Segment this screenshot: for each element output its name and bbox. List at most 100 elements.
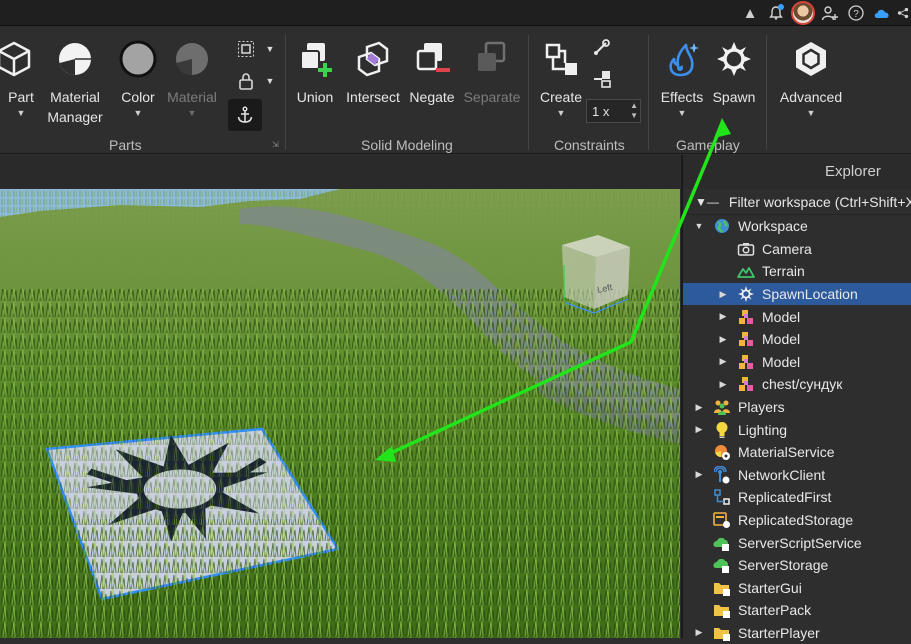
separate-label: Separate (463, 89, 521, 105)
attachment-icon[interactable] (590, 35, 614, 59)
svg-text:?: ? (853, 9, 859, 20)
intersect-label: Intersect (346, 89, 400, 105)
intersect-button[interactable]: Intersect (342, 37, 404, 107)
explorer-item[interactable]: ▶ Model (683, 351, 911, 374)
solid-modeling-group-label: Solid Modeling (361, 137, 453, 153)
material-manager-label: Material Manager (47, 89, 103, 125)
avatar[interactable] (791, 1, 815, 25)
lock-icon[interactable] (234, 69, 258, 93)
explorer-item[interactable]: Camera (683, 238, 911, 261)
explorer-item-label: Camera (762, 240, 812, 257)
expand-arrow-icon[interactable]: ▶ (717, 379, 729, 390)
stepper-arrows-icon[interactable]: ▲ ▼ (630, 101, 638, 121)
expand-arrow-icon[interactable]: ▶ (717, 356, 729, 367)
server-storage-icon (713, 556, 731, 574)
explorer-item[interactable]: ▶ NetworkClient (683, 464, 911, 487)
filter-placeholder-text: Filter workspace (Ctrl+Shift+X) (728, 193, 911, 210)
explorer-title: Explorer (683, 155, 911, 189)
terrain-icon (737, 262, 755, 280)
effects-flame-icon (660, 37, 704, 81)
collapse-arrow-icon[interactable]: ▼ (693, 221, 705, 231)
explorer-item[interactable]: ▶ SpawnLocation (683, 282, 911, 306)
lightbulb-icon (713, 421, 731, 439)
create-constraint-button[interactable]: Create ▼ (538, 37, 584, 119)
explorer-item[interactable]: ▶ chest/сундук (683, 373, 911, 396)
explorer-item[interactable]: ReplicatedFirst (683, 486, 911, 509)
add-friend-icon[interactable] (819, 2, 841, 24)
explorer-item-label: StarterPlayer (738, 624, 820, 641)
explorer-item[interactable]: ▶ StarterPlayer (683, 622, 911, 644)
anchor-icon[interactable] (228, 99, 262, 131)
explorer-item-label: MaterialService (738, 444, 835, 461)
explorer-item[interactable]: ▶ Players (683, 396, 911, 419)
chevron-up-icon[interactable]: ▲ (739, 2, 761, 24)
expand-arrow-icon[interactable]: ▶ (717, 334, 729, 345)
explorer-item[interactable]: ServerScriptService (683, 531, 911, 554)
weld-icon[interactable] (590, 67, 614, 91)
explorer-item[interactable]: ▶ Lighting (683, 418, 911, 441)
explorer-item-label: Model (762, 331, 801, 348)
explorer-item[interactable]: MaterialService (683, 441, 911, 464)
folder-icon (713, 601, 731, 619)
union-button[interactable]: Union (292, 37, 338, 107)
filter-funnel-icon[interactable]: ▼— (695, 195, 719, 209)
explorer-item-label: Model (762, 353, 801, 370)
explorer-filter-input[interactable]: ▼— Filter workspace (Ctrl+Shift+X) (683, 189, 911, 215)
explorer-item[interactable]: ▼ Workspace (683, 215, 911, 238)
intersect-icon (351, 37, 395, 81)
scale-value: 1 x (592, 103, 610, 119)
expand-arrow-icon[interactable]: ▶ (717, 311, 729, 322)
material-sphere-icon (53, 37, 97, 81)
explorer-item[interactable]: Terrain (683, 260, 911, 283)
expand-arrow-icon[interactable]: ▶ (693, 424, 705, 435)
explorer-item[interactable]: StarterPack (683, 599, 911, 622)
expand-arrow-icon[interactable]: ▶ (693, 469, 705, 480)
replicated-first-icon (713, 488, 731, 506)
group-dropdown-icon[interactable]: ▼ (258, 37, 282, 61)
explorer-item[interactable]: ▶ Model (683, 328, 911, 351)
explorer-item-label: ServerStorage (738, 557, 829, 574)
explorer-item-label: Players (738, 399, 785, 416)
explorer-item-label: Workspace (738, 218, 808, 235)
material-manager-button[interactable]: Material Manager (42, 37, 108, 127)
explorer-item-label: ServerScriptService (738, 534, 862, 551)
separate-button[interactable]: Separate (462, 37, 522, 107)
players-icon (713, 398, 731, 416)
explorer-item[interactable]: ReplicatedStorage (683, 509, 911, 532)
negate-label: Negate (409, 89, 455, 105)
expand-arrow-icon[interactable]: ▶ (693, 402, 705, 413)
color-button[interactable]: Color ▼ (114, 37, 162, 119)
server-script-icon (713, 534, 731, 552)
help-icon[interactable]: ? (845, 2, 867, 24)
folder-icon (713, 624, 731, 642)
explorer-item[interactable]: ▶ Model (683, 305, 911, 328)
expand-arrow-icon[interactable]: ▶ (717, 289, 729, 300)
spawn-button[interactable]: Spawn (710, 37, 758, 107)
effects-button[interactable]: Effects ▼ (658, 37, 706, 119)
expand-corner-icon[interactable]: ⇲ (272, 140, 279, 149)
effects-label: Effects (660, 89, 704, 105)
color-label: Color (121, 89, 155, 105)
lock-dropdown-icon[interactable]: ▼ (258, 69, 282, 93)
material-label: Material (167, 89, 217, 105)
part-button[interactable]: Part ▼ (0, 37, 36, 119)
gameplay-group-label: Gameplay (676, 137, 740, 153)
explorer-item-label: ReplicatedStorage (738, 512, 854, 529)
advanced-button[interactable]: Advanced ▼ (776, 37, 846, 119)
3d-viewport[interactable]: Left (0, 189, 680, 638)
scale-stepper[interactable]: 1 x ▲ ▼ (586, 99, 641, 123)
share-icon[interactable] (897, 2, 909, 24)
constraints-group-label: Constraints (554, 137, 625, 153)
model-icon (737, 330, 755, 348)
spawn-icon (737, 285, 755, 303)
group-select-icon[interactable] (234, 37, 258, 61)
bell-icon[interactable] (765, 2, 787, 24)
union-icon (293, 37, 337, 81)
expand-arrow-icon[interactable]: ▶ (693, 627, 705, 638)
negate-button[interactable]: Negate (408, 37, 456, 107)
explorer-item[interactable]: ServerStorage (683, 554, 911, 577)
cloud-icon[interactable] (871, 2, 893, 24)
network-icon (713, 465, 731, 484)
explorer-item[interactable]: StarterGui (683, 577, 911, 600)
material-button[interactable]: Material ▼ (166, 37, 218, 119)
